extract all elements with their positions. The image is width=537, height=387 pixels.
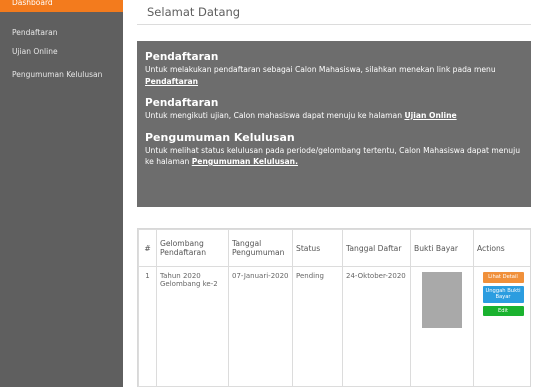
sidebar-item-ujian-online[interactable]: Ujian Online xyxy=(12,47,58,56)
edit-button[interactable]: Edit xyxy=(482,305,524,316)
title-divider xyxy=(137,24,531,25)
info-text-body: Untuk melakukan pendaftaran sebagai Calo… xyxy=(145,65,496,74)
column-header: Status xyxy=(292,229,343,267)
info-block-pendaftaran: Pendaftaran Untuk melakukan pendaftaran … xyxy=(145,50,523,87)
table-row: 1 Tahun 2020 Gelombang ke-2 07-Januari-2… xyxy=(138,266,530,387)
table-header-row: # Gelombang Pendaftaran Tanggal Pengumum… xyxy=(138,229,530,267)
view-detail-button[interactable]: Lihat Detail xyxy=(482,272,524,283)
column-header: Gelombang Pendaftaran xyxy=(156,229,229,267)
info-text: Untuk mengikuti ujian, Calon mahasiswa d… xyxy=(145,110,523,122)
info-panel: Pendaftaran Untuk melakukan pendaftaran … xyxy=(137,41,531,207)
info-title: Pendaftaran xyxy=(145,51,219,63)
cell-status: Pending xyxy=(292,266,343,387)
column-header: Bukti Bayar xyxy=(410,229,474,267)
info-text: Untuk melihat status kelulusan pada peri… xyxy=(145,145,523,168)
sidebar-item-pengumuman-kelulusan[interactable]: Pengumuman Kelulusan xyxy=(12,70,102,79)
column-header: Actions xyxy=(473,229,530,267)
cell-gelombang: Tahun 2020 Gelombang ke-2 xyxy=(156,266,229,387)
column-header: # xyxy=(138,229,157,267)
ujian-online-link[interactable]: Ujian Online xyxy=(404,111,456,120)
info-block-ujian: Pendaftaran Untuk mengikuti ujian, Calon… xyxy=(145,96,523,122)
info-block-kelulusan: Pengumuman Kelulusan Untuk melihat statu… xyxy=(145,131,523,168)
column-header: Tanggal Pengumuman xyxy=(228,229,293,267)
registration-table: # Gelombang Pendaftaran Tanggal Pengumum… xyxy=(137,228,531,387)
cell-tanggal-pengumuman: 07-Januari-2020 xyxy=(228,266,293,387)
column-header: Tanggal Daftar xyxy=(342,229,411,267)
sidebar-item-pendaftaran[interactable]: Pendaftaran xyxy=(12,28,57,37)
row-number: 1 xyxy=(138,266,157,387)
page-title: Selamat Datang xyxy=(147,5,241,19)
cell-tanggal-daftar: 24-Oktober-2020 xyxy=(342,266,411,387)
cell-actions: Lihat Detail Unggah Bukti Bayar Edit xyxy=(473,266,530,387)
payment-proof-image[interactable] xyxy=(422,272,462,328)
info-text-body: Untuk mengikuti ujian, Calon mahasiswa d… xyxy=(145,111,403,120)
info-title: Pendaftaran xyxy=(145,97,219,109)
sidebar: Dashboard Pendaftaran Ujian Online Pengu… xyxy=(0,0,123,387)
info-text: Untuk melakukan pendaftaran sebagai Calo… xyxy=(145,64,523,87)
sidebar-item-dashboard[interactable]: Dashboard xyxy=(0,0,123,12)
pendaftaran-link[interactable]: Pendaftaran xyxy=(145,77,198,86)
upload-proof-button[interactable]: Unggah Bukti Bayar xyxy=(482,285,524,303)
cell-bukti-bayar xyxy=(410,266,474,387)
pengumuman-kelulusan-link[interactable]: Pengumuman Kelulusan. xyxy=(192,157,298,166)
info-title: Pengumuman Kelulusan xyxy=(145,130,295,144)
